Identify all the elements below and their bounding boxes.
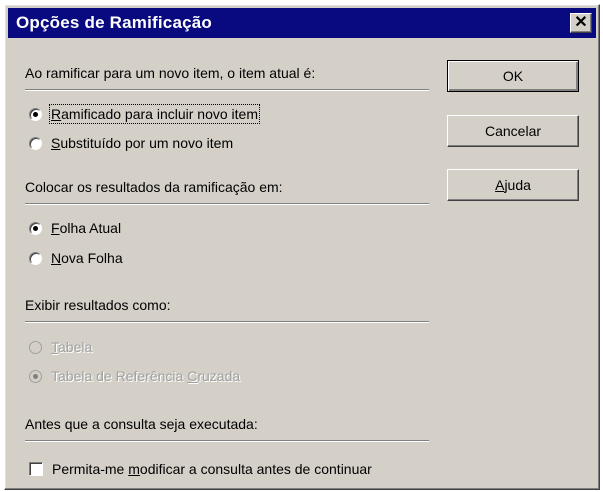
- radio-circle[interactable]: [29, 251, 42, 265]
- cancel-button-label: Cancelar: [484, 123, 542, 139]
- radio-label: Folha Atual: [51, 220, 122, 236]
- query-heading: Antes que a consulta seja executada:: [25, 416, 258, 432]
- placement-heading: Colocar os resultados da ramificação em:: [25, 179, 283, 195]
- radio-circle: [29, 369, 42, 383]
- cancel-button[interactable]: Cancelar: [447, 115, 579, 147]
- radio-label: Tabela: [51, 339, 93, 355]
- help-button-label: Ajuda: [495, 177, 531, 193]
- radio-circle: [29, 340, 42, 354]
- radio-cross-reference-table: Tabela de Referência Cruzada: [29, 368, 240, 384]
- display-heading: Exibir resultados como:: [25, 297, 171, 313]
- checkbox-modify-query[interactable]: Permita-me modificar a consulta antes de…: [29, 461, 372, 477]
- ok-button-label: OK: [502, 68, 524, 84]
- radio-label: Tabela de Referência Cruzada: [51, 368, 241, 384]
- radio-label: Ramificado para incluir novo item: [49, 104, 260, 124]
- ok-button[interactable]: OK: [447, 60, 579, 92]
- checkbox-label: Permita-me modificar a consulta antes de…: [52, 461, 372, 477]
- checkbox-box[interactable]: [29, 462, 43, 476]
- radio-branch-include[interactable]: Ramificado para incluir novo item: [29, 104, 260, 124]
- close-button[interactable]: ✕: [570, 13, 592, 33]
- dialog-title: Opções de Ramificação: [16, 13, 212, 32]
- radio-selected-dot: [33, 373, 38, 379]
- close-icon: ✕: [574, 14, 588, 31]
- radio-selected-dot: [33, 225, 38, 231]
- radio-table: Tabela: [29, 339, 92, 355]
- separator: [25, 321, 429, 323]
- radio-branch-replace[interactable]: Substituído por um novo item: [29, 135, 233, 151]
- radio-circle[interactable]: [29, 136, 42, 150]
- separator: [25, 440, 429, 442]
- separator: [25, 203, 429, 205]
- help-button[interactable]: Ajuda: [447, 169, 579, 201]
- radio-circle[interactable]: [29, 107, 42, 121]
- title-bar[interactable]: Opções de Ramificação ✕: [8, 8, 596, 38]
- separator: [25, 89, 429, 91]
- radio-label: Substituído por um novo item: [51, 135, 234, 151]
- radio-selected-dot: [33, 111, 38, 117]
- branch-options-dialog: Opções de Ramificação ✕ Ao ramificar par…: [4, 4, 600, 490]
- branch-heading: Ao ramificar para um novo item, o item a…: [25, 65, 316, 81]
- radio-label: Nova Folha: [51, 250, 123, 266]
- radio-new-sheet[interactable]: Nova Folha: [29, 250, 123, 266]
- radio-current-sheet[interactable]: Folha Atual: [29, 220, 121, 236]
- radio-circle[interactable]: [29, 221, 42, 235]
